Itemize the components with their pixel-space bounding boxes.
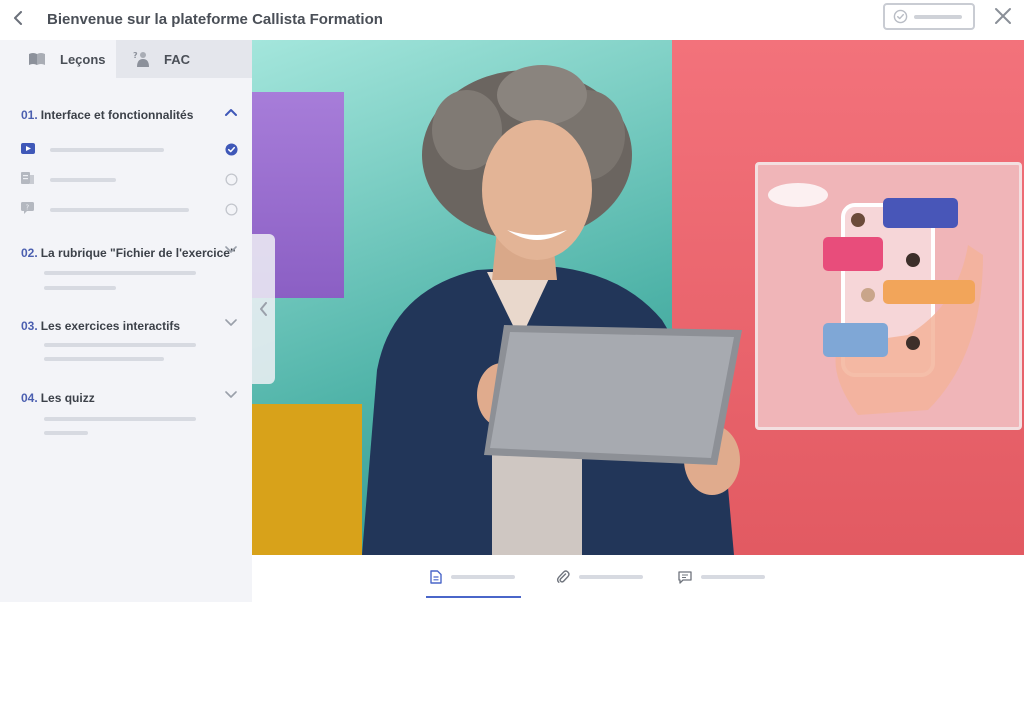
video-icon [21,141,35,159]
top-bar: Bienvenue sur la plateforme Callista For… [0,0,1024,40]
progress-placeholder [914,14,962,19]
lesson-item[interactable] [21,142,238,158]
lesson-item[interactable] [21,172,238,188]
question-person-icon: ? [132,50,150,68]
section-03-header[interactable]: 03. Les exercices interactifs [21,319,241,333]
tab-faq[interactable]: ? FAC [116,40,252,78]
content-tabs [252,555,1024,602]
book-icon [28,52,46,66]
chevron-up-icon [225,108,237,116]
section-placeholder-line [44,343,196,347]
tab-faq-label: FAC [164,51,190,67]
collapse-sidebar-handle[interactable] [252,234,275,384]
svg-text:?: ? [26,204,30,212]
section-placeholder-line [44,431,88,435]
quiz-icon: ? [21,201,34,219]
section-placeholder-line [44,286,116,290]
section-number: 02. [21,246,38,260]
tab-comments[interactable] [678,567,765,587]
chevron-left-icon [260,302,267,316]
close-icon [995,8,1011,24]
section-title: Les quizz [40,391,95,405]
section-placeholder-line [44,357,164,361]
tab-lessons[interactable]: Leçons [0,40,116,78]
section-title: La rubrique "Fichier de l'exercice" [40,246,236,260]
section-title: Interface et fonctionnalités [40,108,194,122]
lesson-title-placeholder [50,208,189,212]
section-04-header[interactable]: 04. Les quizz [21,391,241,405]
radio-empty-icon [225,173,238,191]
tab-description[interactable] [430,567,515,587]
lesson-title-placeholder [50,148,164,152]
document-icon [21,171,34,189]
lesson-media [252,40,1024,555]
chevron-left-icon [14,11,22,25]
chat-rating-illustration [755,162,1022,430]
radio-empty-icon [225,203,238,221]
progress-button[interactable] [883,3,975,30]
section-number: 01. [21,108,38,122]
lesson-sidebar: Leçons ? FAC 01. Interface et fonctionna… [0,40,252,602]
svg-text:?: ? [133,51,138,60]
section-title: Les exercices interactifs [40,319,181,333]
section-number: 04. [21,391,38,405]
tab-label-placeholder [701,575,765,579]
chevron-down-icon [225,246,237,254]
chevron-down-icon [225,319,237,327]
page-title: Bienvenue sur la plateforme Callista For… [47,11,383,28]
document-icon [430,570,442,584]
section-placeholder-line [44,417,196,421]
close-button[interactable] [991,4,1015,28]
check-filled-icon [225,143,238,161]
comment-icon [678,570,692,584]
paperclip-icon [556,570,570,583]
tab-label-placeholder [579,575,643,579]
lesson-title-placeholder [50,178,116,182]
section-01-header[interactable]: 01. Interface et fonctionnalités [21,108,241,122]
tab-attachments[interactable] [556,567,643,587]
tab-lessons-label: Leçons [60,51,106,67]
section-placeholder-line [44,271,196,275]
section-02-header[interactable]: 02. La rubrique "Fichier de l'exercice" [21,246,241,260]
active-tab-indicator [426,596,521,598]
sidebar-tabs: Leçons ? FAC [0,40,252,78]
chevron-down-icon [225,391,237,399]
section-number: 03. [21,319,38,333]
check-circle-icon [893,9,908,24]
lesson-item[interactable]: ? [21,202,238,218]
back-button[interactable] [8,6,28,30]
tab-label-placeholder [451,575,515,579]
